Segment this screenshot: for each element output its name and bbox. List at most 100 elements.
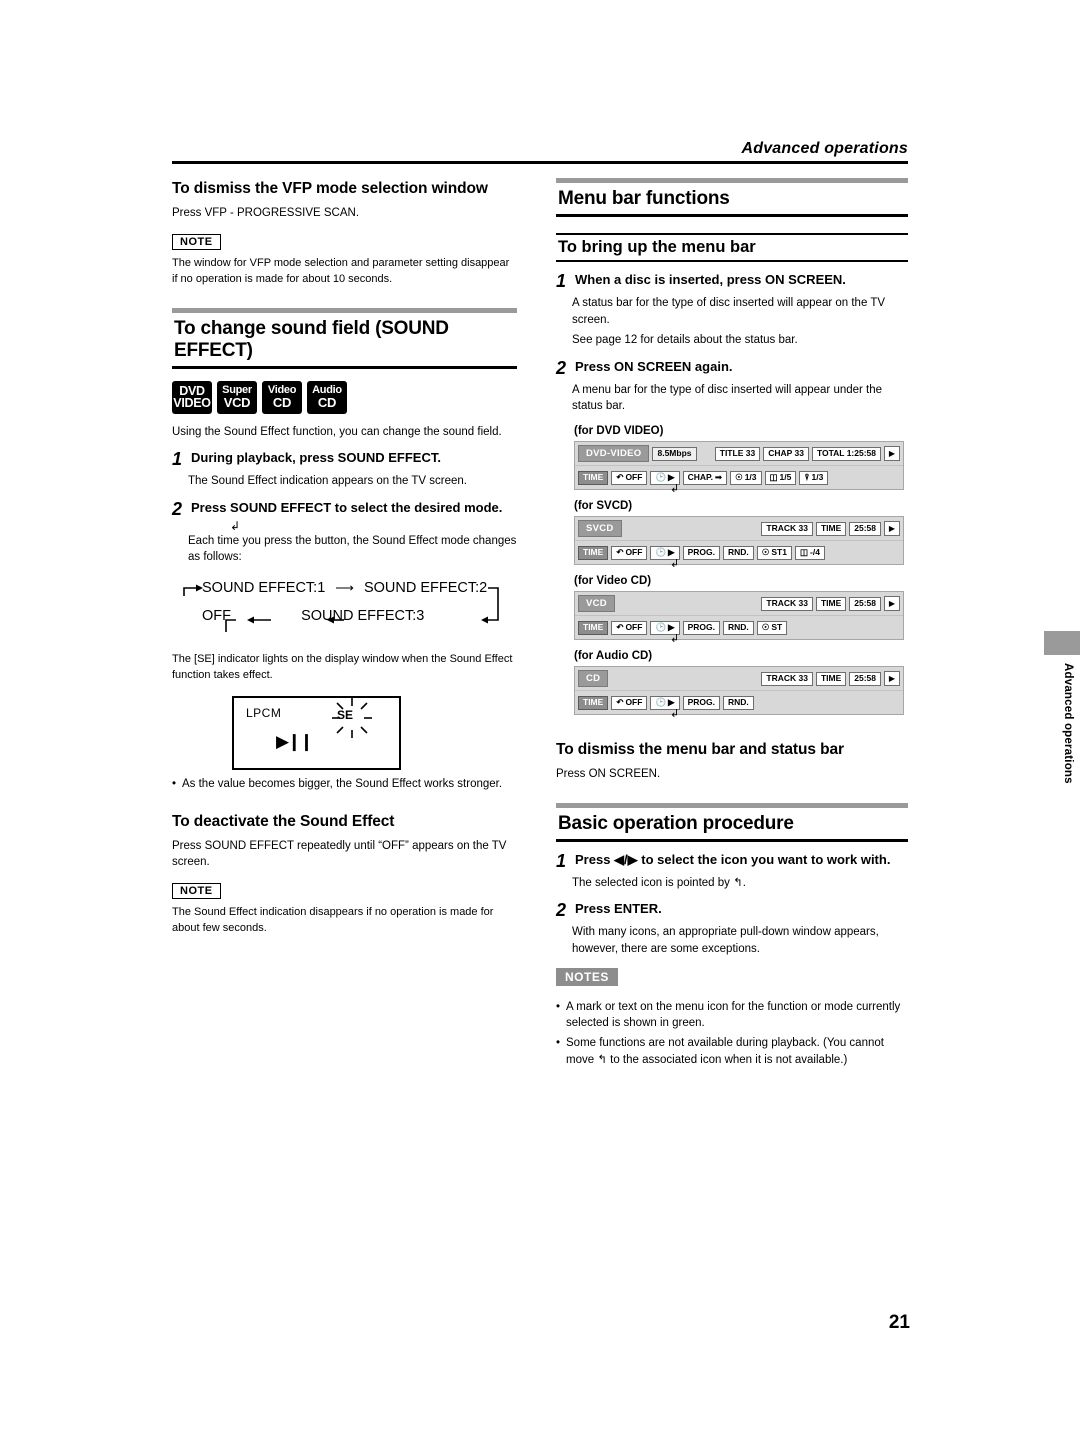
section-bar-bottom [172,365,517,369]
menu-icon-time[interactable]: TIME [578,695,609,710]
cursor-icon: ↲ [670,633,680,646]
osd-bar-video-cd: VCD TRACK 33 TIME 25:58 ▶ TIME ↶ OFF 🕑 ▶ P… [574,591,904,645]
osd-chip-time-value[interactable]: 25:58 [849,671,881,686]
menu-icon-program[interactable]: PROG. [682,620,720,635]
menu-bar-section-heading: Menu bar functions [556,178,908,217]
section-bar-bottom [556,838,908,842]
deactivate-heading: To deactivate the Sound Effect [172,812,395,830]
side-tab-marker [1044,631,1080,655]
osd-chip-track[interactable]: TRACK 33 [761,596,813,611]
menu-icon-repeat-off[interactable]: ↶ OFF [611,470,648,485]
osd-status-row: DVD-VIDEO 8.5Mbps TITLE 33 CHAP 33 TOTAL… [575,442,903,466]
menu-icon-audio[interactable]: ☉ ST [756,620,788,635]
disc-type-icons: DVD VIDEO Super VCD Video CD Audio CD [172,380,517,414]
cursor-icon: ↲ [230,518,241,533]
menu-label: ▶ [668,696,675,707]
left-column: To dismiss the VFP mode selection window… [172,180,517,937]
osd-menu-row: TIME ↶ OFF 🕑 ▶ PROG. RND. ☉ ST1 ◫ -/4 [575,540,903,565]
note-text: A mark or text on the menu icon for the … [566,1000,901,1030]
osd-chip-time-value[interactable]: 25:58 [849,596,881,611]
cycle-row-1: SOUND EFFECT:1 ⟶ SOUND EFFECT:2 [202,580,487,596]
note-badge: NOTE [172,882,221,899]
osd-chip-chapter[interactable]: CHAP 33 [763,446,809,461]
step-title: When a disc is inserted, press ON SCREEN… [575,272,846,287]
bullet-text: As the value becomes bigger, the Sound E… [182,777,503,790]
disc-tag: VCD [578,595,615,613]
menu-label: 1/3 [811,471,824,482]
osd-menu-row: TIME ↶ OFF 🕑 ▶ CHAP. ➟ ☉ 1/3 ◫ 1/5 ⍒ 1/3 [575,465,903,490]
osd-menu-row: TIME ↶ OFF 🕑 ▶ PROG. RND. ☉ ST [575,615,903,640]
menu-icon-time[interactable]: TIME [578,545,609,560]
audio-icon: ☉ [761,621,770,632]
menu-icon-audio[interactable]: ☉ ST1 [756,545,792,560]
repeat-icon: ↶ [616,696,624,707]
menu-bar-title: Menu bar functions [558,188,730,209]
disc-icon-super-vcd: Super VCD [217,380,257,414]
osd-chip-time-label[interactable]: TIME [815,596,847,611]
disc-tag: SVCD [578,520,622,538]
step-title: Press ENTER. [575,901,662,917]
step-number: 2 [556,357,567,378]
menu-icon-random[interactable]: RND. [722,545,754,560]
menu-icon-time[interactable]: TIME [578,620,609,635]
basic-step-1: 1 Press ◀/▶ to select the icon you want … [556,851,908,871]
menu-icon-random[interactable]: RND. [722,695,754,710]
menu-icon-repeat-off[interactable]: ↶ OFF [611,620,648,635]
sound-effect-intro: Using the Sound Effect function, you can… [172,425,502,438]
play-pause-icon: ▶❙❙ [276,731,314,751]
menu-icon-repeat-off[interactable]: ↶ OFF [611,695,648,710]
osd-label-video-cd: (for Video CD) [574,575,652,588]
osd-label-audio-cd: (for Audio CD) [574,650,653,663]
osd-chip-track[interactable]: TRACK 33 [761,521,813,536]
basic-step-1-body: The selected icon is pointed by ↰. [572,876,746,889]
osd-bar-audio-cd: CD TRACK 33 TIME 25:58 ▶ TIME ↶ OFF 🕑 ▶ PR… [574,666,904,720]
header-title: Advanced operations [741,140,908,157]
bring-up-step-2-body: A menu bar for the type of disc inserted… [572,383,883,413]
disc-line2: CD [272,395,292,411]
osd-bar-dvd-video: DVD-VIDEO 8.5Mbps TITLE 33 CHAP 33 TOTAL… [574,441,904,495]
subtitle-icon: ◫ [799,546,809,557]
menu-label: ▶ [668,546,675,557]
menu-icon-subtitle[interactable]: ◫ -/4 [794,545,825,560]
bullet-dot: • [172,777,177,790]
menu-icon-random[interactable]: RND. [722,620,754,635]
notes-block: NOTES • A mark or text on the menu icon … [556,967,908,1069]
osd-chip-time-value[interactable]: 25:58 [849,521,881,536]
menu-icon-program[interactable]: PROG. [682,695,720,710]
deactivate-body: Press SOUND EFFECT repeatedly until “OFF… [172,839,507,869]
step-number: 1 [172,449,183,470]
osd-chip-time-label[interactable]: TIME [815,671,847,686]
sound-effect-title: To change sound field (SOUND EFFECT) [174,317,449,361]
osd-chip-track[interactable]: TRACK 33 [761,671,813,686]
play-icon: ▶ [884,671,900,687]
notes-badge: NOTES [556,967,618,986]
deactivate-note-block: NOTE The Sound Effect indication disappe… [172,881,517,937]
disc-line2: CD [317,395,337,411]
menu-icon-program[interactable]: PROG. [682,545,720,560]
disc-line2: VCD [223,395,251,411]
menu-icon-repeat-off[interactable]: ↶ OFF [611,545,648,560]
menu-icon-chapter-search[interactable]: CHAP. ➟ [682,470,728,485]
menu-icon-subtitle[interactable]: ◫ 1/5 [764,470,797,485]
menu-icon-time[interactable]: TIME [578,470,609,485]
menu-icon-audio[interactable]: ☉ 1/3 [730,470,762,485]
clock-icon: 🕑 [655,546,667,557]
menu-label: OFF [625,546,643,557]
sound-effect-cycle-diagram: SOUND EFFECT:1 ⟶ SOUND EFFECT:2 OFF SOUN… [176,580,517,642]
deactivate-note-text: The Sound Effect indication disappears i… [172,905,494,934]
osd-chip-time-label[interactable]: TIME [815,521,847,536]
note-item-2: • Some functions are not available durin… [556,1035,908,1068]
bring-up-step-1-body2: See page 12 for details about the status… [572,334,798,347]
vfp-note-block: NOTE The window for VFP mode selection a… [172,232,517,288]
clock-icon: 🕑 [655,696,667,707]
bring-up-heading-block: To bring up the menu bar [556,233,908,262]
osd-chip-total-time[interactable]: TOTAL 1:25:58 [811,446,881,461]
menu-label: 1/3 [744,471,757,482]
step-title: Press ON SCREEN again. [575,358,733,374]
play-icon: ▶ [884,596,900,612]
menu-icon-angle[interactable]: ⍒ 1/3 [799,470,829,485]
sound-effect-step-1-body: The Sound Effect indication appears on t… [188,475,467,488]
play-icon: ▶ [884,446,900,462]
osd-chip-title[interactable]: TITLE 33 [714,446,761,461]
cursor-icon: ↲ [670,708,680,721]
